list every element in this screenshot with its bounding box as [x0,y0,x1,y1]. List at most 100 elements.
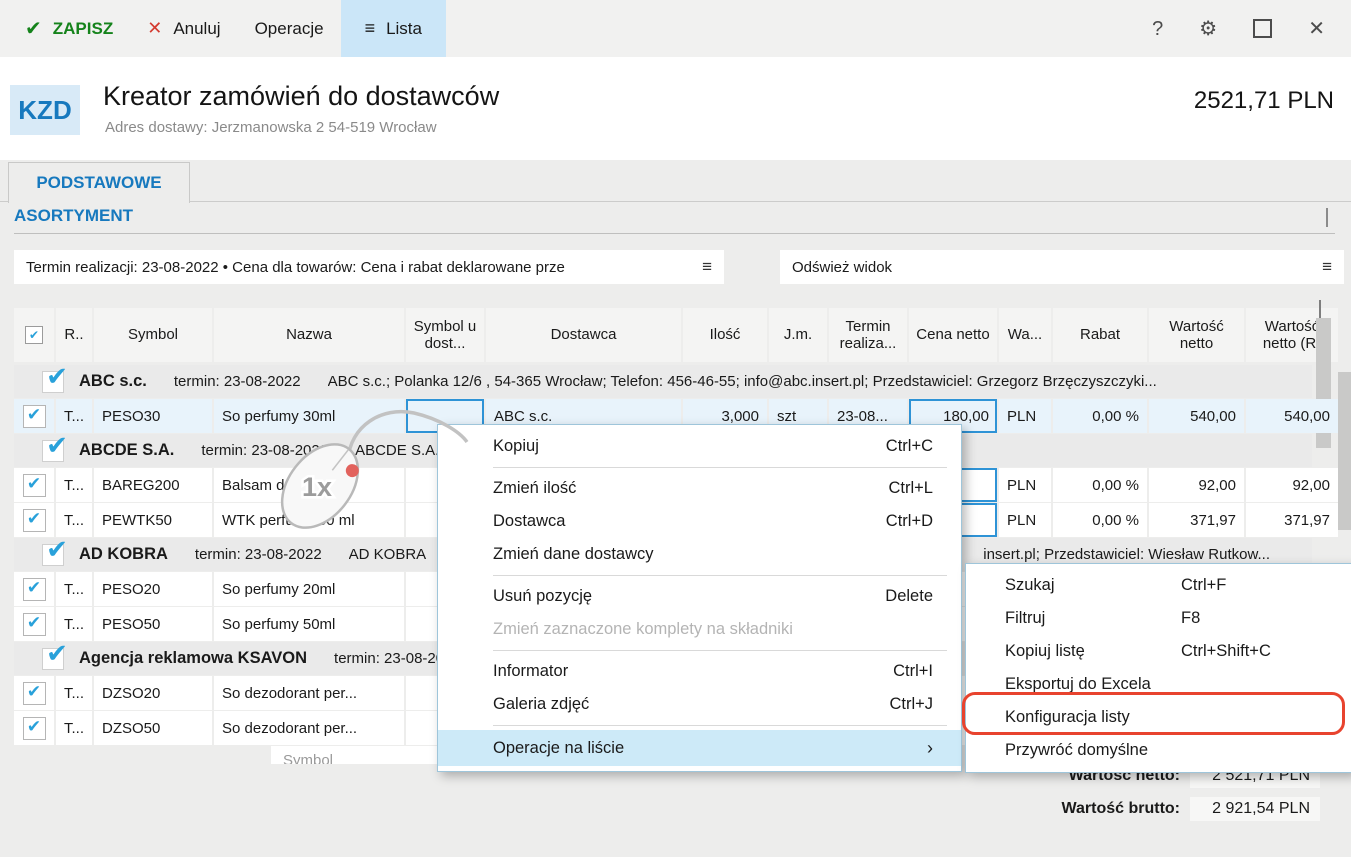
menu-shortcut: Delete [885,587,947,606]
cell-wartosc-netto[interactable]: 540,00 [1149,399,1244,433]
column-header-termin-realiza[interactable]: Termin realiza... [829,308,907,362]
cell-nazwa[interactable]: So perfumy 30ml [214,399,404,433]
cell-nazwa[interactable]: So dezodorant per... [214,676,404,710]
cell-waluta[interactable]: PLN [999,399,1051,433]
cell-rodzaj[interactable]: T... [56,399,92,433]
menu-item-zmień-ilość[interactable]: Zmień ilośćCtrl+L [438,472,961,505]
gear-icon[interactable]: ⚙ [1199,19,1217,39]
row-checkbox[interactable]: ✔ [14,468,54,502]
menu-item-zmień-zaznaczone-komplety-na-składniki[interactable]: Zmień zaznaczone komplety na składniki [438,613,961,646]
list-settings-bar[interactable]: Termin realizacji: 23-08-2022 • Cena dla… [14,250,724,284]
cell-wartosc-netto[interactable]: 371,97 [1149,503,1244,537]
column-header-cena-netto[interactable]: Cena netto [909,308,997,362]
menu-shortcut: Ctrl+J [889,695,947,714]
check-icon: ✔ [46,434,68,458]
row-checkbox[interactable]: ✔ [14,572,54,606]
column-header-wa[interactable]: Wa... [999,308,1051,362]
group-checkbox[interactable]: ✔ [42,544,64,566]
save-button[interactable]: ✔ ZAPISZ [8,0,130,57]
cell-waluta[interactable]: PLN [999,468,1051,502]
menu-item-przywróć-domyślne[interactable]: Przywróć domyślne [966,734,1351,767]
cell-wartosc-netto-r[interactable]: 540,00 [1246,399,1338,433]
cell-symbol[interactable]: DZSO50 [94,711,212,745]
panel-scrollbar-thumb[interactable] [1338,372,1351,530]
column-header-dostawca[interactable]: Dostawca [486,308,681,362]
cell-rabat[interactable]: 0,00 % [1053,399,1147,433]
cell-wartosc-netto[interactable]: 92,00 [1149,468,1244,502]
cell-symbol[interactable]: BAREG200 [94,468,212,502]
group-checkbox[interactable]: ✔ [42,648,64,670]
cell-rodzaj[interactable]: T... [56,676,92,710]
refresh-view-bar[interactable]: Odśwież widok ≡ [780,250,1344,284]
cell-symbol[interactable]: PEWTK50 [94,503,212,537]
cell-nazwa[interactable]: So dezodorant per... [214,711,404,745]
group-checkbox[interactable]: ✔ [42,440,64,462]
cell-rodzaj[interactable]: T... [56,607,92,641]
row-checkbox[interactable]: ✔ [14,399,54,433]
close-icon[interactable]: ✕ [1308,19,1325,39]
row-checkbox[interactable]: ✔ [14,711,54,745]
menu-item-usuń-pozycję[interactable]: Usuń pozycjęDelete [438,580,961,613]
tab-podstawowe[interactable]: PODSTAWOWE [8,162,190,203]
maximize-icon[interactable] [1253,19,1272,38]
column-header-rabat[interactable]: Rabat [1053,308,1147,362]
menu-item-informator[interactable]: InformatorCtrl+I [438,655,961,688]
column-header-nazwa[interactable]: Nazwa [214,308,404,362]
help-icon[interactable]: ? [1152,19,1163,39]
menu-item-konfiguracja-listy[interactable]: Konfiguracja listy [966,701,1351,734]
list-settings-text: Termin realizacji: 23-08-2022 • Cena dla… [26,259,694,276]
row-checkbox[interactable]: ✔ [14,607,54,641]
menu-item-galeria-zdjęć[interactable]: Galeria zdjęćCtrl+J [438,688,961,721]
group-checkbox[interactable]: ✔ [42,371,64,393]
supplier-group-row[interactable]: ✔ ABC s.c. termin: 23-08-2022 ABC s.c.; … [14,365,1312,398]
column-header-j-m[interactable]: J.m. [769,308,827,362]
column-header-wartość-netto[interactable]: Wartość netto [1149,308,1244,362]
cell-nazwa[interactable]: So perfumy 50ml [214,607,404,641]
chevron-up-icon[interactable] [1326,208,1328,227]
section-asortyment[interactable]: ASORTYMENT [14,206,133,226]
check-icon: ✔ [27,614,41,631]
column-header-symbol[interactable]: Symbol [94,308,212,362]
cell-nazwa[interactable]: Balsam d... int... [214,468,404,502]
hamburger-icon[interactable]: ≡ [702,257,712,277]
operations-menu-button[interactable]: Operacje [238,0,341,57]
column-header-r[interactable]: R.. [56,308,92,362]
cell-rodzaj[interactable]: T... [56,572,92,606]
check-icon: ✔ [27,475,41,492]
cell-symbol[interactable]: PESO20 [94,572,212,606]
cell-nazwa[interactable]: WTK perfumy 50 ml [214,503,404,537]
row-checkbox[interactable]: ✔ [14,676,54,710]
brutto-total-value: 2 921,54 PLN [1190,797,1320,821]
cell-waluta[interactable]: PLN [999,503,1051,537]
menu-item-zmień-dane-dostawcy[interactable]: Zmień dane dostawcy [438,538,961,571]
cell-symbol[interactable]: PESO50 [94,607,212,641]
menu-item-szukaj[interactable]: SzukajCtrl+F [966,569,1351,602]
menu-item-eksportuj-do-excela[interactable]: Eksportuj do Excela [966,668,1351,701]
menu-item-operacje-na-liście[interactable]: Operacje na liście› [438,730,961,766]
cancel-button[interactable]: ✕ Anuluj [130,0,237,57]
cell-symbol[interactable]: DZSO20 [94,676,212,710]
cell-wartosc-netto-r[interactable]: 371,97 [1246,503,1338,537]
menu-separator [493,725,947,726]
list-menu-button[interactable]: ≡ Lista [341,0,446,57]
cell-rabat[interactable]: 0,00 % [1053,468,1147,502]
column-header-symbol-u-dost[interactable]: Symbol u dost... [406,308,484,362]
menu-item-dostawca[interactable]: DostawcaCtrl+D [438,505,961,538]
cell-rodzaj[interactable]: T... [56,711,92,745]
menu-item-kopiuj-listę[interactable]: Kopiuj listęCtrl+Shift+C [966,635,1351,668]
select-all-header[interactable]: ✔ [14,308,54,362]
cell-symbol[interactable]: PESO30 [94,399,212,433]
row-checkbox[interactable]: ✔ [14,503,54,537]
select-all-checkbox[interactable]: ✔ [25,326,43,344]
cell-wartosc-netto-r[interactable]: 92,00 [1246,468,1338,502]
scrollbar-up-icon[interactable] [1319,300,1321,319]
column-header-ilość[interactable]: Ilość [683,308,767,362]
cell-nazwa[interactable]: So perfumy 20ml [214,572,404,606]
cell-rodzaj[interactable]: T... [56,468,92,502]
menu-item-kopiuj[interactable]: KopiujCtrl+C [438,430,961,463]
menu-item-filtruj[interactable]: FiltrujF8 [966,602,1351,635]
hamburger-icon[interactable]: ≡ [1322,257,1332,277]
cell-rodzaj[interactable]: T... [56,503,92,537]
cell-rabat[interactable]: 0,00 % [1053,503,1147,537]
menu-shortcut: F8 [1181,609,1200,628]
